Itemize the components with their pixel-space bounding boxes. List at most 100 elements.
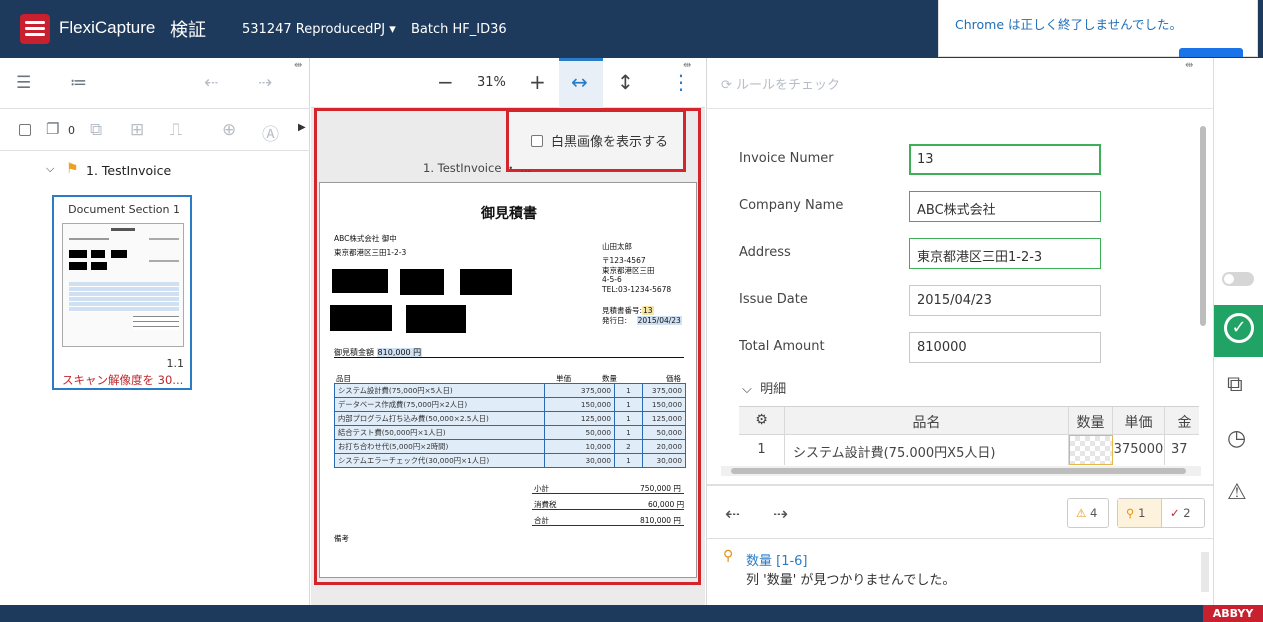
recipient-company: ABC株式会社 御中 [334, 234, 397, 243]
invoice-image: 御見積書 ABC株式会社 御中 東京都港区三田1-2-3 山田太郎 〒123-4… [319, 182, 697, 578]
table-row: 内部プログラム打ち込み費(50,000×2.5人日) 125,000 1 125,00… [334, 411, 686, 426]
line-item-price: 30,000 [642, 453, 686, 468]
company-name-field[interactable]: ABC株式会社 [909, 191, 1101, 222]
divider [0, 150, 310, 151]
panel-resize-icon[interactable]: ⇹ [294, 60, 302, 71]
restore-button[interactable] [1179, 48, 1243, 57]
app-title: FlexiCapture [59, 18, 156, 37]
quote-number-value: 13 [642, 306, 654, 315]
panel-resize-icon[interactable]: ⇹ [1185, 60, 1193, 71]
issue-date-row: 発行日: 2015/04/23 [602, 315, 682, 326]
cell-name[interactable]: システム設計費(75.000円X5人日) [785, 435, 1069, 465]
field-label-issue-date: Issue Date [739, 292, 808, 307]
divider [707, 538, 1213, 539]
sender-address-2: 4-5-6 [602, 275, 622, 284]
list-view-icon[interactable]: ≔ [70, 73, 87, 93]
column-header-unit[interactable]: 単価 [1113, 407, 1165, 435]
chevron-down-icon[interactable]: ⌵ [46, 162, 54, 176]
copy-icon[interactable]: ⧉ [90, 120, 102, 140]
flag-icon: ⚑ [66, 161, 79, 177]
invoice-number-field[interactable]: 13 [909, 144, 1101, 175]
zoom-level[interactable]: 31% [477, 75, 506, 90]
zoom-in-button[interactable]: + [529, 70, 546, 94]
fit-height-button[interactable]: ↕ [617, 70, 634, 94]
column-header-amount[interactable]: 金 [1165, 407, 1199, 435]
scrollbar-thumb[interactable] [731, 468, 1186, 474]
check-icon: ✓ [1170, 506, 1180, 520]
send-exception-icon[interactable]: ⚠ [1227, 480, 1247, 505]
total-amount-field[interactable]: 810000 [909, 332, 1101, 363]
cell-unit[interactable]: 375000 [1113, 435, 1165, 465]
batch-name: Batch HF_ID36 [411, 22, 507, 37]
document-view-icon[interactable]: ☰ [16, 73, 31, 93]
auto-mode-toggle[interactable] [1222, 272, 1254, 286]
address-field[interactable]: 東京都港区三田1-2-3 [909, 238, 1101, 269]
document-thumbnail[interactable]: Document Section 1 1.1 スキャン解像度を 30... [52, 195, 192, 390]
details-section-label: 明細 [760, 382, 787, 397]
field-label-company-name: Company Name [739, 198, 844, 213]
issue-message: 列 '数量' が見つかりませんでした。 [746, 573, 956, 588]
issue-title[interactable]: 数量 [1-6] [746, 550, 808, 569]
prev-error-icon[interactable]: ⇠ [204, 73, 218, 93]
line-item-unit: 10,000 [544, 439, 615, 454]
redaction [460, 269, 512, 295]
app-mode: 検証 [170, 20, 206, 41]
row-index: 1 [739, 435, 785, 465]
bw-image-label: 白黒画像を表示する [551, 135, 669, 150]
side-toolbar: ✓ ⧉ ◷ ⚠ [1213, 58, 1263, 605]
clock-icon[interactable]: ◷ [1227, 426, 1246, 451]
details-section-toggle[interactable]: ⌵ 明細 [742, 378, 786, 397]
line-item-price: 50,000 [642, 425, 686, 440]
divider[interactable] [707, 484, 1213, 486]
project-selector[interactable]: 531247 ReproducedPJ ▾ [242, 22, 396, 37]
table-settings-button[interactable]: ⚙ [739, 407, 785, 435]
more-options-button[interactable]: ⋮ [671, 70, 691, 94]
complete-task-button[interactable]: ✓ [1214, 305, 1263, 357]
vertical-scrollbar[interactable] [1199, 118, 1207, 463]
line-item-name: 内部プログラム打ち込み費(50,000×2.5人日) [334, 411, 545, 426]
refresh-icon: ⟳ [721, 78, 732, 93]
panel-resize-icon[interactable]: ⇹ [683, 60, 691, 71]
new-document-icon[interactable]: ⊕ [222, 120, 236, 140]
questions-filter[interactable]: ⚲ 1 [1118, 499, 1162, 527]
divider [532, 493, 684, 494]
split-icon[interactable]: ⎍ [170, 120, 182, 140]
column-header-qty[interactable]: 数量 [1069, 407, 1113, 435]
recognize-icon[interactable]: Ⓐ [262, 120, 279, 145]
line-item-unit: 150,000 [544, 397, 615, 412]
image-viewer: − 31% + ↔ ↕ ⋮ ⇹ 白黒画像を表示する 1. TestInvoice… [311, 58, 705, 605]
bw-image-checkbox[interactable] [531, 135, 543, 147]
thumbnail-title: Document Section 1 [68, 203, 180, 216]
send-to-stage-icon[interactable]: ⧉ [1227, 372, 1243, 397]
chrome-restore-notification: Chrome は正しく終了しませんでした。 [938, 0, 1258, 57]
next-error-icon[interactable]: ⇢ [258, 73, 272, 93]
horizontal-scrollbar[interactable] [721, 466, 1201, 476]
next-issue-icon[interactable]: ⇢ [773, 504, 788, 525]
issue-date-field[interactable]: 2015/04/23 [909, 285, 1101, 316]
chevron-right-icon[interactable]: ▶ [298, 122, 306, 133]
prev-issue-icon[interactable]: ⇠ [725, 504, 740, 525]
line-item-name: システムエラーチェック代(30,000円×1人日) [334, 453, 545, 468]
add-page-icon[interactable]: ⊞ [130, 120, 144, 140]
field-label-address: Address [739, 245, 791, 260]
search-icon: ⚲ [1126, 506, 1135, 520]
thumbnail-page-number: 1.1 [166, 357, 185, 370]
warnings-filter[interactable]: ⚠ 4 [1067, 498, 1109, 528]
remarks-label: 備考 [334, 534, 349, 543]
zoom-out-button[interactable]: − [437, 70, 454, 94]
fit-width-button[interactable]: ↔ [559, 58, 603, 108]
scrollbar-thumb[interactable] [1200, 126, 1206, 326]
message-scrollbar[interactable] [1201, 552, 1209, 592]
column-header-name[interactable]: 品名 [785, 407, 1069, 435]
bw-image-option[interactable]: 白黒画像を表示する [506, 109, 686, 172]
table-row: データベース作成費(75,000円×2人日) 150,000 1 150,000 [334, 397, 686, 412]
line-item-qty: 1 [614, 425, 643, 440]
table-row: システム設計費(75,000円×5人日) 375,000 1 375,000 [334, 383, 686, 398]
cell-amount[interactable]: 37 [1165, 435, 1199, 465]
checks-filter[interactable]: ✓ 2 [1162, 499, 1204, 527]
cell-qty[interactable] [1069, 435, 1113, 465]
check-rules-button[interactable]: ⟳ ルールをチェック [721, 74, 840, 93]
tree-item-testinvoice[interactable]: 1. TestInvoice [86, 163, 171, 178]
select-all-checkbox[interactable] [19, 124, 31, 136]
pages-icon: ❐ [46, 120, 60, 138]
